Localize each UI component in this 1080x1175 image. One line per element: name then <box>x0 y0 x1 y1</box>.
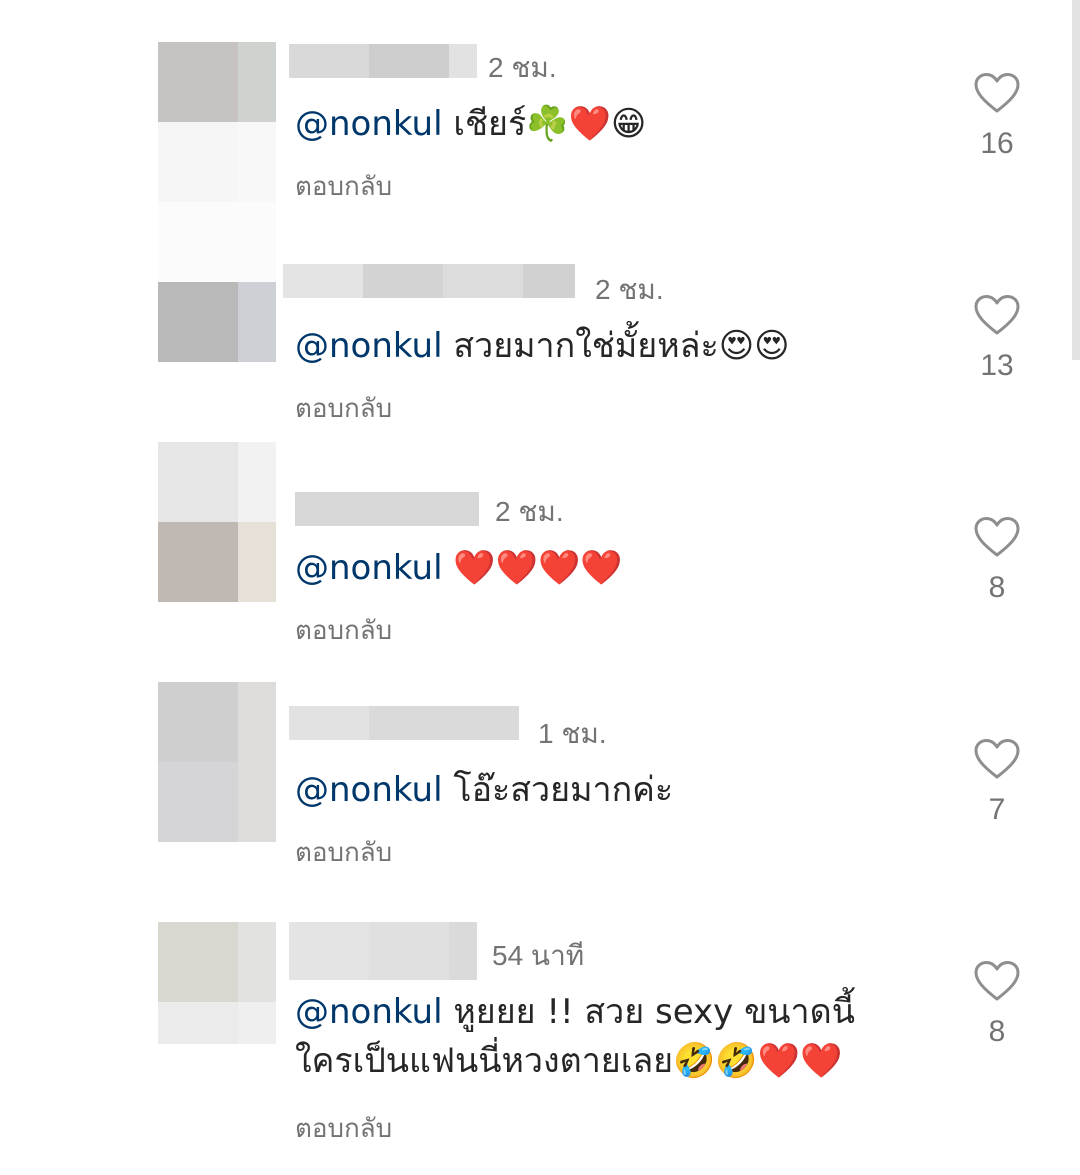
comment-text: @nonkul สวยมากใช่มั้ยหล่ะ😍😍 <box>295 322 935 371</box>
like-count: 16 <box>980 127 1014 160</box>
username-blurred[interactable] <box>295 492 479 526</box>
like-count: 8 <box>988 571 1006 604</box>
mention-link[interactable]: @nonkul <box>295 992 443 1032</box>
mention-link[interactable]: @nonkul <box>295 326 443 366</box>
mention-link[interactable]: @nonkul <box>295 770 443 810</box>
reply-button[interactable]: ตอบกลับ <box>295 832 392 873</box>
heart-outline-icon <box>974 295 1020 335</box>
reply-button[interactable]: ตอบกลับ <box>295 610 392 651</box>
avatar[interactable] <box>158 922 276 1044</box>
comment-body: โอ๊ะสวยมากค่ะ <box>442 770 674 810</box>
heart-outline-icon <box>974 73 1020 113</box>
comment-text: @nonkul หูยยย !! สวย sexy ขนาดนี้ ใครเป็… <box>295 988 915 1086</box>
like-button[interactable] <box>974 960 1020 1002</box>
avatar[interactable] <box>158 442 276 602</box>
reply-button[interactable]: ตอบกลับ <box>295 388 392 429</box>
scrollbar[interactable] <box>1072 0 1080 360</box>
avatar[interactable] <box>158 42 276 202</box>
like-count: 7 <box>988 793 1006 826</box>
like-button[interactable] <box>974 738 1020 780</box>
username-blurred[interactable] <box>283 264 575 298</box>
heart-outline-icon <box>974 739 1020 779</box>
comment-time: 2 ชม. <box>488 52 557 83</box>
username-blurred[interactable] <box>289 922 477 980</box>
username-blurred[interactable] <box>289 44 477 78</box>
comment-body: ❤️❤️❤️❤️ <box>442 548 623 588</box>
comment-time: 2 ชม. <box>595 274 664 305</box>
comment-body: เชียร์☘️❤️😁 <box>442 104 647 144</box>
like-button[interactable] <box>974 72 1020 114</box>
mention-link[interactable]: @nonkul <box>295 104 443 144</box>
comment-time: 1 ชม. <box>538 718 607 749</box>
comment-time: 54 นาที <box>492 940 585 971</box>
comment-text: @nonkul ❤️❤️❤️❤️ <box>295 544 935 593</box>
username-blurred[interactable] <box>289 706 519 740</box>
mention-link[interactable]: @nonkul <box>295 548 443 588</box>
like-button[interactable] <box>974 294 1020 336</box>
like-count: 13 <box>980 349 1014 382</box>
comment-text: @nonkul โอ๊ะสวยมากค่ะ <box>295 766 935 815</box>
comment-time: 2 ชม. <box>495 496 564 527</box>
heart-outline-icon <box>974 517 1020 557</box>
reply-button[interactable]: ตอบกลับ <box>295 1108 392 1149</box>
avatar[interactable] <box>158 202 276 362</box>
like-count: 8 <box>988 1015 1006 1048</box>
like-button[interactable] <box>974 516 1020 558</box>
reply-button[interactable]: ตอบกลับ <box>295 166 392 207</box>
avatar[interactable] <box>158 682 276 842</box>
comment-body: สวยมากใช่มั้ยหล่ะ😍😍 <box>442 326 790 366</box>
comment-text: @nonkul เชียร์☘️❤️😁 <box>295 100 935 149</box>
heart-outline-icon <box>974 961 1020 1001</box>
